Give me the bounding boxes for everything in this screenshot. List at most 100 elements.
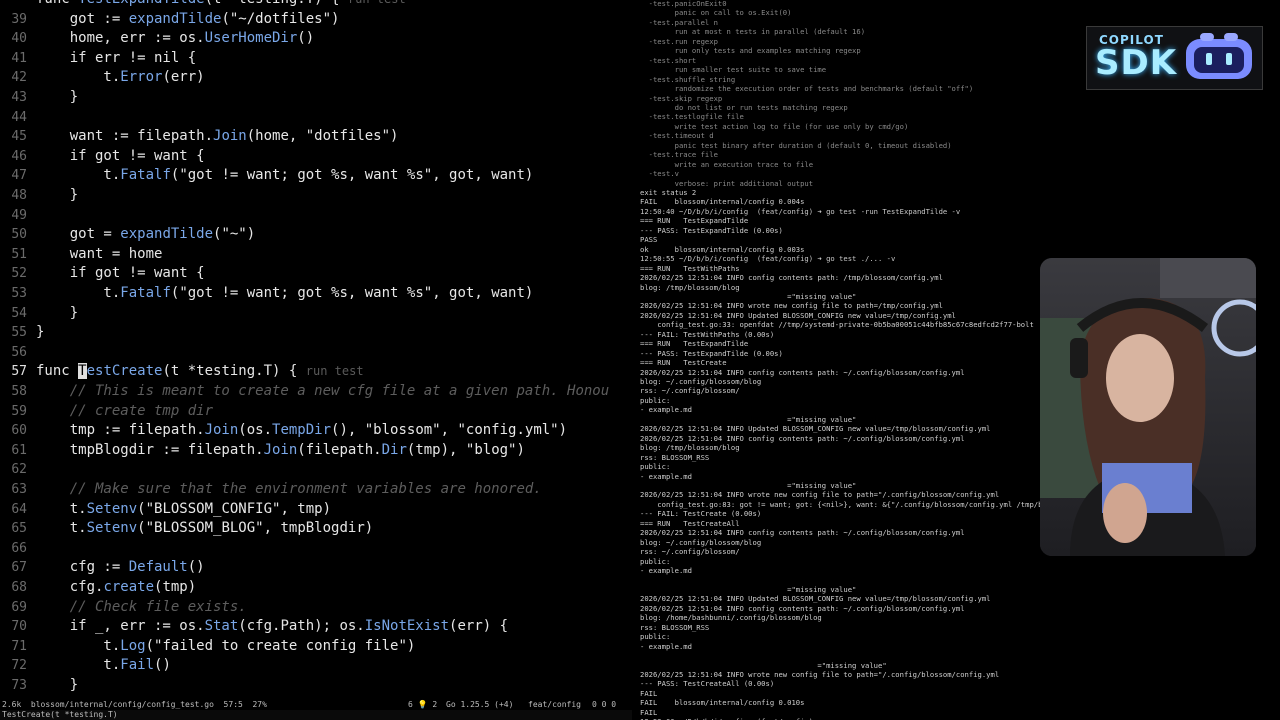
code-text[interactable]: tmpBlogdir := filepath.Join(filepath.Dir… — [36, 441, 525, 461]
terminal-line: FAIL — [640, 707, 658, 717]
code-line[interactable]: 57 func TestCreate(t *testing.T) { run te… — [0, 362, 632, 382]
code-line[interactable]: 70 if _, err := os.Stat(cfg.Path); os.Is… — [0, 617, 632, 637]
code-text[interactable]: tmp := filepath.Join(os.TempDir(), "blos… — [36, 421, 567, 441]
code-line[interactable]: 54 } — [0, 304, 632, 324]
line-number: 58 — [11, 384, 27, 399]
line-number: 42 — [11, 70, 27, 86]
code-line[interactable]: 73 } — [0, 676, 632, 696]
terminal-line: - example.md — [640, 566, 692, 575]
terminal-line: public: — [640, 556, 671, 566]
code-line[interactable]: 64 t.Setenv("BLOSSOM_CONFIG", tmp) — [0, 500, 632, 520]
code-text[interactable]: // Check file exists. — [36, 598, 247, 618]
code-line[interactable]: 66 — [0, 539, 632, 559]
code-line[interactable]: 49 — [0, 206, 632, 226]
line-number: 61 — [11, 442, 27, 458]
code-line[interactable]: 69 // Check file exists. — [0, 598, 632, 618]
line-number: 53 — [11, 286, 27, 301]
line-number: 68 — [11, 580, 27, 595]
line-number: 65 — [11, 521, 27, 537]
line-number: 59 — [11, 403, 27, 419]
line-number: 43 — [11, 90, 27, 105]
line-number: 50 — [11, 227, 27, 243]
code-text[interactable]: if _, err := os.Stat(cfg.Path); os.IsNot… — [36, 617, 508, 637]
code-line[interactable]: 44 — [0, 108, 632, 128]
code-line[interactable]: 51 want = home — [0, 245, 632, 265]
code-line[interactable]: 62 — [0, 460, 632, 480]
code-line[interactable]: 67 cfg := Default() — [0, 558, 632, 578]
terminal-line: === RUN TestExpandTilde — [640, 216, 749, 226]
line-number: 64 — [11, 501, 27, 517]
code-text[interactable]: if err != nil { — [36, 49, 196, 69]
code-line[interactable]: 58 // This is meant to create a new cfg … — [0, 382, 632, 402]
code-line[interactable]: 42 t.Error(err) — [0, 68, 632, 88]
code-line[interactable]: 71 t.Log("failed to create config file") — [0, 637, 632, 657]
code-text[interactable]: want = home — [36, 245, 163, 265]
code-line[interactable]: 63 // Make sure that the environment var… — [0, 480, 632, 500]
editor-statusbar: 2.6k blossom/internal/config/config_test… — [0, 700, 632, 710]
code-line[interactable]: 50 got = expandTilde("~") — [0, 225, 632, 245]
file-info: 2.6k blossom/internal/config/config_test… — [2, 700, 267, 709]
line-number: 54 — [11, 305, 27, 321]
code-text[interactable]: } — [36, 323, 44, 343]
terminal-line: verbose: print additional output — [640, 178, 814, 188]
terminal-line: do not list or run tests matching regexp — [640, 102, 848, 112]
code-line[interactable]: 53 t.Fatalf("got != want; got %s, want %… — [0, 284, 632, 304]
code-line[interactable]: 68 cfg.create(tmp) — [0, 578, 632, 598]
code-text[interactable]: got = expandTilde("~") — [36, 225, 255, 245]
code-line[interactable]: 40 home, err := os.UserHomeDir() — [0, 29, 632, 49]
code-line[interactable]: func TestExpandTilde(t *testing.T) { run… — [0, 0, 632, 10]
terminal-line: -test.testlogfile file — [640, 112, 744, 122]
terminal-line: ok blossom/internal/config 0.003s — [640, 244, 805, 254]
line-number: 51 — [11, 246, 27, 262]
code-text[interactable]: } — [36, 676, 78, 696]
code-line[interactable]: 48 } — [0, 186, 632, 206]
copilot-sdk-logo: COPILOT SDK — [1086, 26, 1263, 90]
code-text[interactable]: func TestExpandTilde(t *testing.T) { run… — [36, 0, 406, 10]
code-editor[interactable]: func TestExpandTilde(t *testing.T) { run… — [0, 0, 632, 700]
code-line[interactable]: 43 } — [0, 88, 632, 108]
code-text[interactable]: if got != want { — [36, 264, 205, 284]
code-text[interactable]: t.Fail() — [36, 656, 170, 676]
code-line[interactable]: 39 got := expandTilde("~/dotfiles") — [0, 10, 632, 30]
code-text[interactable]: } — [36, 186, 78, 206]
code-text[interactable]: home, err := os.UserHomeDir() — [36, 29, 314, 49]
code-line[interactable]: 52 if got != want { — [0, 264, 632, 284]
code-line[interactable]: 55} — [0, 323, 632, 343]
code-line[interactable]: 61 tmpBlogdir := filepath.Join(filepath.… — [0, 441, 632, 461]
code-text[interactable]: } — [36, 88, 78, 108]
code-text[interactable]: // Make sure that the environment variab… — [36, 480, 542, 500]
code-line[interactable]: 47 t.Fatalf("got != want; got %s, want %… — [0, 166, 632, 186]
code-text[interactable]: // create tmp dir — [36, 402, 213, 422]
code-text[interactable]: if got != want { — [36, 147, 205, 167]
code-text[interactable]: t.Error(err) — [36, 68, 204, 88]
line-number: 40 — [11, 31, 27, 47]
code-line[interactable]: 41 if err != nil { — [0, 49, 632, 69]
code-text[interactable]: want := filepath.Join(home, "dotfiles") — [36, 127, 399, 147]
terminal-line: -test.v — [640, 169, 679, 179]
code-text[interactable]: t.Fatalf("got != want; got %s, want %s",… — [36, 166, 533, 186]
code-line[interactable]: 65 t.Setenv("BLOSSOM_BLOG", tmpBlogdir) — [0, 519, 632, 539]
code-line[interactable]: 60 tmp := filepath.Join(os.TempDir(), "b… — [0, 421, 632, 441]
terminal-line: FAIL — [640, 688, 658, 698]
code-text[interactable]: } — [36, 304, 78, 324]
code-text[interactable]: func TestCreate(t *testing.T) { run test — [36, 362, 364, 382]
code-text[interactable]: // This is meant to create a new cfg fil… — [36, 382, 609, 402]
code-line[interactable]: 45 want := filepath.Join(home, "dotfiles… — [0, 127, 632, 147]
code-text[interactable]: cfg := Default() — [36, 558, 205, 578]
code-line[interactable]: 72 t.Fail() — [0, 656, 632, 676]
code-text[interactable]: t.Fatalf("got != want; got %s, want %s",… — [36, 284, 533, 304]
command-line[interactable]: TestCreate(t *testing.T) — [0, 710, 632, 720]
code-text[interactable]: got := expandTilde("~/dotfiles") — [36, 10, 340, 30]
line-number: 56 — [11, 344, 27, 360]
code-line[interactable]: 59 // create tmp dir — [0, 402, 632, 422]
code-text[interactable]: t.Setenv("BLOSSOM_CONFIG", tmp) — [36, 500, 331, 520]
code-line[interactable]: 46 if got != want { — [0, 147, 632, 167]
error-counts: 0 0 0 — [592, 700, 617, 709]
code-text[interactable]: t.Log("failed to create config file") — [36, 637, 415, 657]
terminal-line: blog: /home/bashbunni/.config/blossom/bl… — [640, 613, 822, 623]
code-text[interactable]: t.Setenv("BLOSSOM_BLOG", tmpBlogdir) — [36, 519, 373, 539]
code-text[interactable]: cfg.create(tmp) — [36, 578, 196, 598]
code-line[interactable]: 56 — [0, 343, 632, 363]
terminal-line: -test.timeout d — [640, 131, 714, 141]
